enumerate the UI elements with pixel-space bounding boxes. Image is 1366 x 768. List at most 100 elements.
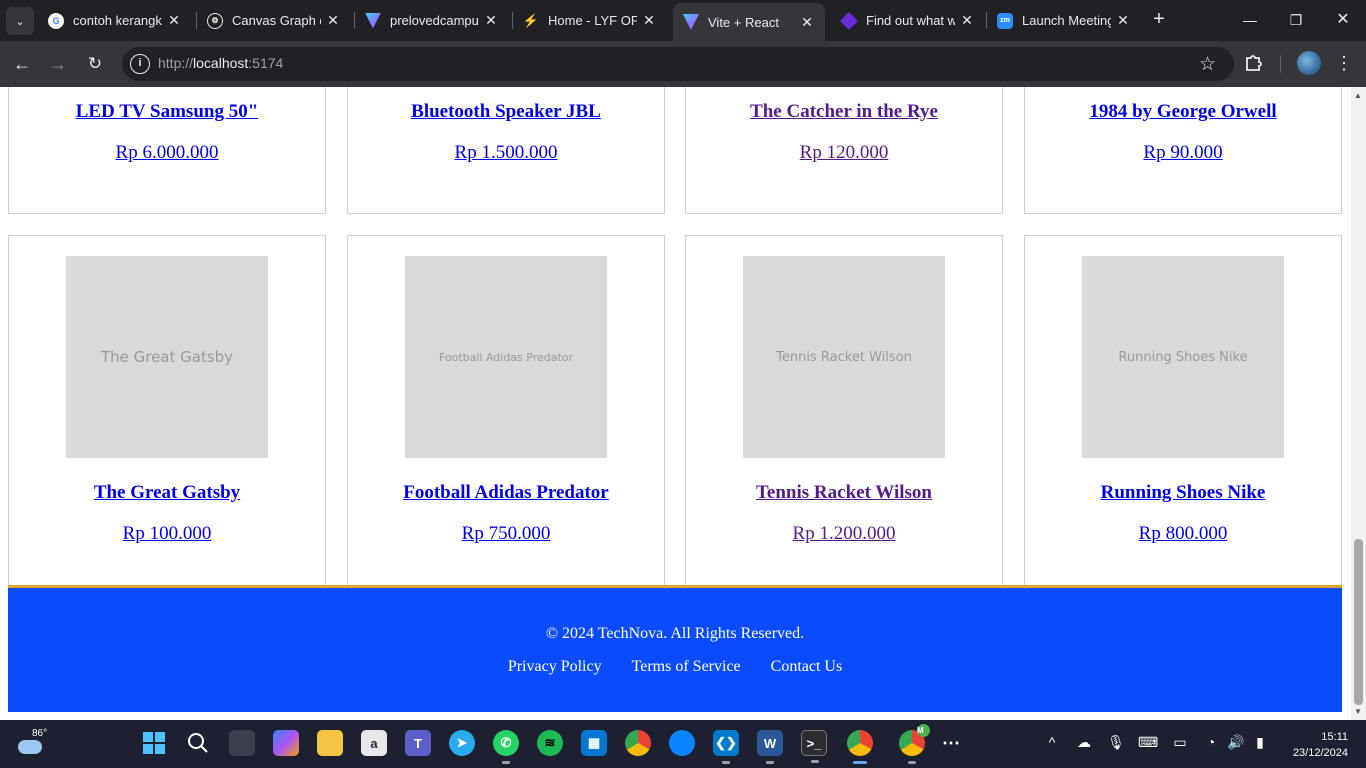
footer-links: Privacy Policy Terms of Service Contact … (8, 658, 1342, 676)
site-footer: © 2024 TechNova. All Rights Reserved. Pr… (8, 585, 1342, 712)
product-name-link[interactable]: The Great Gatsby (9, 482, 325, 504)
close-tab-icon[interactable]: ✕ (959, 12, 975, 29)
product-price-link[interactable]: Rp 800.000 (1025, 523, 1341, 545)
lyf-icon: ⚡ (522, 12, 540, 28)
tab-2[interactable]: prelovedcampu ✕ (355, 6, 509, 35)
tab-5[interactable]: Find out what w ✕ (831, 6, 985, 35)
product-price-link[interactable]: Rp 100.000 (9, 523, 325, 545)
show-hidden-icons-chevron-icon[interactable]: ^ (1042, 734, 1062, 750)
page-scrollbar[interactable]: ▲ ▼ (1351, 87, 1366, 720)
forward-arrow-icon[interactable]: → (46, 52, 70, 76)
product-name-link[interactable]: Running Shoes Nike (1025, 482, 1341, 504)
close-tab-icon[interactable]: ✕ (325, 12, 341, 29)
display-icon[interactable]: ▭ (1170, 734, 1190, 751)
product-price-link[interactable]: Rp 1.500.000 (348, 142, 664, 164)
product-price-link[interactable]: Rp 6.000.000 (9, 142, 325, 164)
tab-4-active[interactable]: Vite + React ✕ (673, 3, 825, 41)
weather-widget[interactable]: 86° (16, 728, 56, 760)
product-card: Bluetooth Speaker JBL Rp 1.500.000 (347, 87, 665, 214)
zoom-icon: zm (997, 12, 1013, 29)
microphone-icon[interactable]: 🎙 (1106, 734, 1126, 751)
edge-icon[interactable] (669, 730, 695, 756)
product-name-link[interactable]: Football Adidas Predator (348, 482, 664, 504)
more-apps-ellipsis-icon[interactable]: ⋯ (938, 730, 964, 756)
product-image[interactable]: Football Adidas Predator (405, 256, 607, 458)
product-name-link[interactable]: Bluetooth Speaker JBL (348, 101, 664, 123)
product-image[interactable]: Tennis Racket Wilson (743, 256, 945, 458)
tab-search-chevron-icon[interactable]: ⌄ (6, 7, 34, 35)
tab-title: Canvas Graph d (232, 13, 321, 28)
product-name-link[interactable]: 1984 by George Orwell (1025, 101, 1341, 123)
product-name-link[interactable]: The Catcher in the Rye (686, 101, 1002, 123)
tab-6[interactable]: zm Launch Meeting ✕ (987, 6, 1141, 35)
reload-icon[interactable]: ↻ (83, 52, 107, 76)
spotify-icon[interactable]: ≋ (537, 730, 563, 756)
tab-3[interactable]: ⚡ Home - LYF OFF ✕ (513, 6, 667, 35)
tab-1[interactable]: ⚙ Canvas Graph d ✕ (197, 6, 351, 35)
close-tab-icon[interactable]: ✕ (483, 12, 499, 29)
chrome-profile-icon[interactable]: M (899, 724, 930, 764)
copilot-icon[interactable] (273, 730, 299, 756)
file-explorer-icon[interactable] (317, 730, 343, 756)
keyboard-icon[interactable]: ⌨ (1138, 734, 1158, 751)
vite-icon (365, 12, 381, 29)
minimize-icon[interactable]: — (1238, 8, 1262, 32)
footer-link-contact[interactable]: Contact Us (771, 658, 843, 676)
product-card: Tennis Racket Wilson Tennis Racket Wilso… (685, 235, 1003, 587)
task-view-icon[interactable] (229, 730, 255, 756)
page-viewport: LED TV Samsung 50" Rp 6.000.000 Bluetoot… (0, 87, 1366, 720)
footer-link-terms[interactable]: Terms of Service (632, 658, 741, 676)
telegram-icon[interactable]: ➤ (449, 730, 475, 756)
tab-0[interactable]: G contoh kerangka ✕ (38, 6, 192, 35)
close-window-icon[interactable]: ✕ (1331, 8, 1355, 32)
word-icon[interactable]: W (757, 730, 783, 764)
vscode-icon[interactable]: ❮❯ (713, 730, 739, 764)
close-tab-icon[interactable]: ✕ (799, 14, 815, 31)
scroll-down-arrow-icon[interactable]: ▼ (1354, 707, 1362, 716)
address-bar[interactable]: i http://localhost:5174 ☆ (122, 47, 1234, 81)
microsoft-store-icon[interactable]: ▦ (581, 730, 607, 756)
product-name-link[interactable]: LED TV Samsung 50" (9, 101, 325, 123)
address-url[interactable]: http://localhost:5174 (158, 55, 283, 71)
restore-icon[interactable]: ❐ (1284, 8, 1308, 32)
onedrive-cloud-icon[interactable]: ☁ (1074, 734, 1094, 751)
product-price-link[interactable]: Rp 750.000 (348, 523, 664, 545)
product-card: 1984 by George Orwell Rp 90.000 (1024, 87, 1342, 214)
close-tab-icon[interactable]: ✕ (1115, 12, 1131, 29)
site-info-icon[interactable]: i (130, 54, 150, 74)
extensions-puzzle-icon[interactable] (1242, 51, 1266, 75)
whatsapp-icon[interactable]: ✆ (493, 730, 519, 764)
vite-icon (683, 14, 699, 30)
chrome-icon[interactable] (625, 730, 651, 756)
new-tab-plus-icon[interactable]: + (1148, 8, 1170, 32)
windows-start-icon[interactable] (141, 730, 167, 756)
back-arrow-icon[interactable]: ← (10, 52, 34, 76)
search-icon[interactable] (185, 730, 211, 756)
close-tab-icon[interactable]: ✕ (641, 12, 657, 29)
amazon-icon[interactable]: a (361, 730, 387, 756)
chrome-active-icon[interactable] (847, 730, 873, 764)
teams-icon[interactable]: T (405, 730, 431, 756)
terminal-icon[interactable]: >_ (801, 730, 827, 763)
footer-link-privacy[interactable]: Privacy Policy (508, 658, 602, 676)
bookmark-star-icon[interactable]: ☆ (1199, 53, 1216, 76)
scroll-thumb[interactable] (1354, 539, 1363, 705)
scroll-up-arrow-icon[interactable]: ▲ (1354, 91, 1362, 100)
profile-avatar[interactable] (1297, 51, 1321, 75)
windows-taskbar: 86° a T ➤ ✆ ≋ ▦ ❮❯ W >_ M ⋯ ^ ☁ 🎙 ⌨ ▭ ◔ … (0, 720, 1366, 768)
footer-copyright: © 2024 TechNova. All Rights Reserved. (545, 625, 805, 642)
volume-icon[interactable]: 🔊 (1226, 734, 1246, 751)
product-price-link[interactable]: Rp 1.200.000 (686, 523, 1002, 545)
product-price-link[interactable]: Rp 120.000 (686, 142, 1002, 164)
product-name-link[interactable]: Tennis Racket Wilson (686, 482, 1002, 504)
menu-kebab-icon[interactable]: ⋮ (1333, 51, 1355, 75)
product-image[interactable]: The Great Gatsby (66, 256, 268, 458)
browser-toolbar: ← → ↻ i http://localhost:5174 ☆ ⋮ (0, 41, 1366, 87)
taskbar-clock[interactable]: 15:11 23/12/2024 (1284, 729, 1348, 761)
product-image[interactable]: Running Shoes Nike (1082, 256, 1284, 458)
product-price-link[interactable]: Rp 90.000 (1025, 142, 1341, 164)
google-icon: G (48, 12, 64, 29)
close-tab-icon[interactable]: ✕ (166, 12, 182, 29)
wifi-icon[interactable]: ◔ (1201, 734, 1221, 750)
battery-icon[interactable]: ▮ (1250, 734, 1270, 751)
